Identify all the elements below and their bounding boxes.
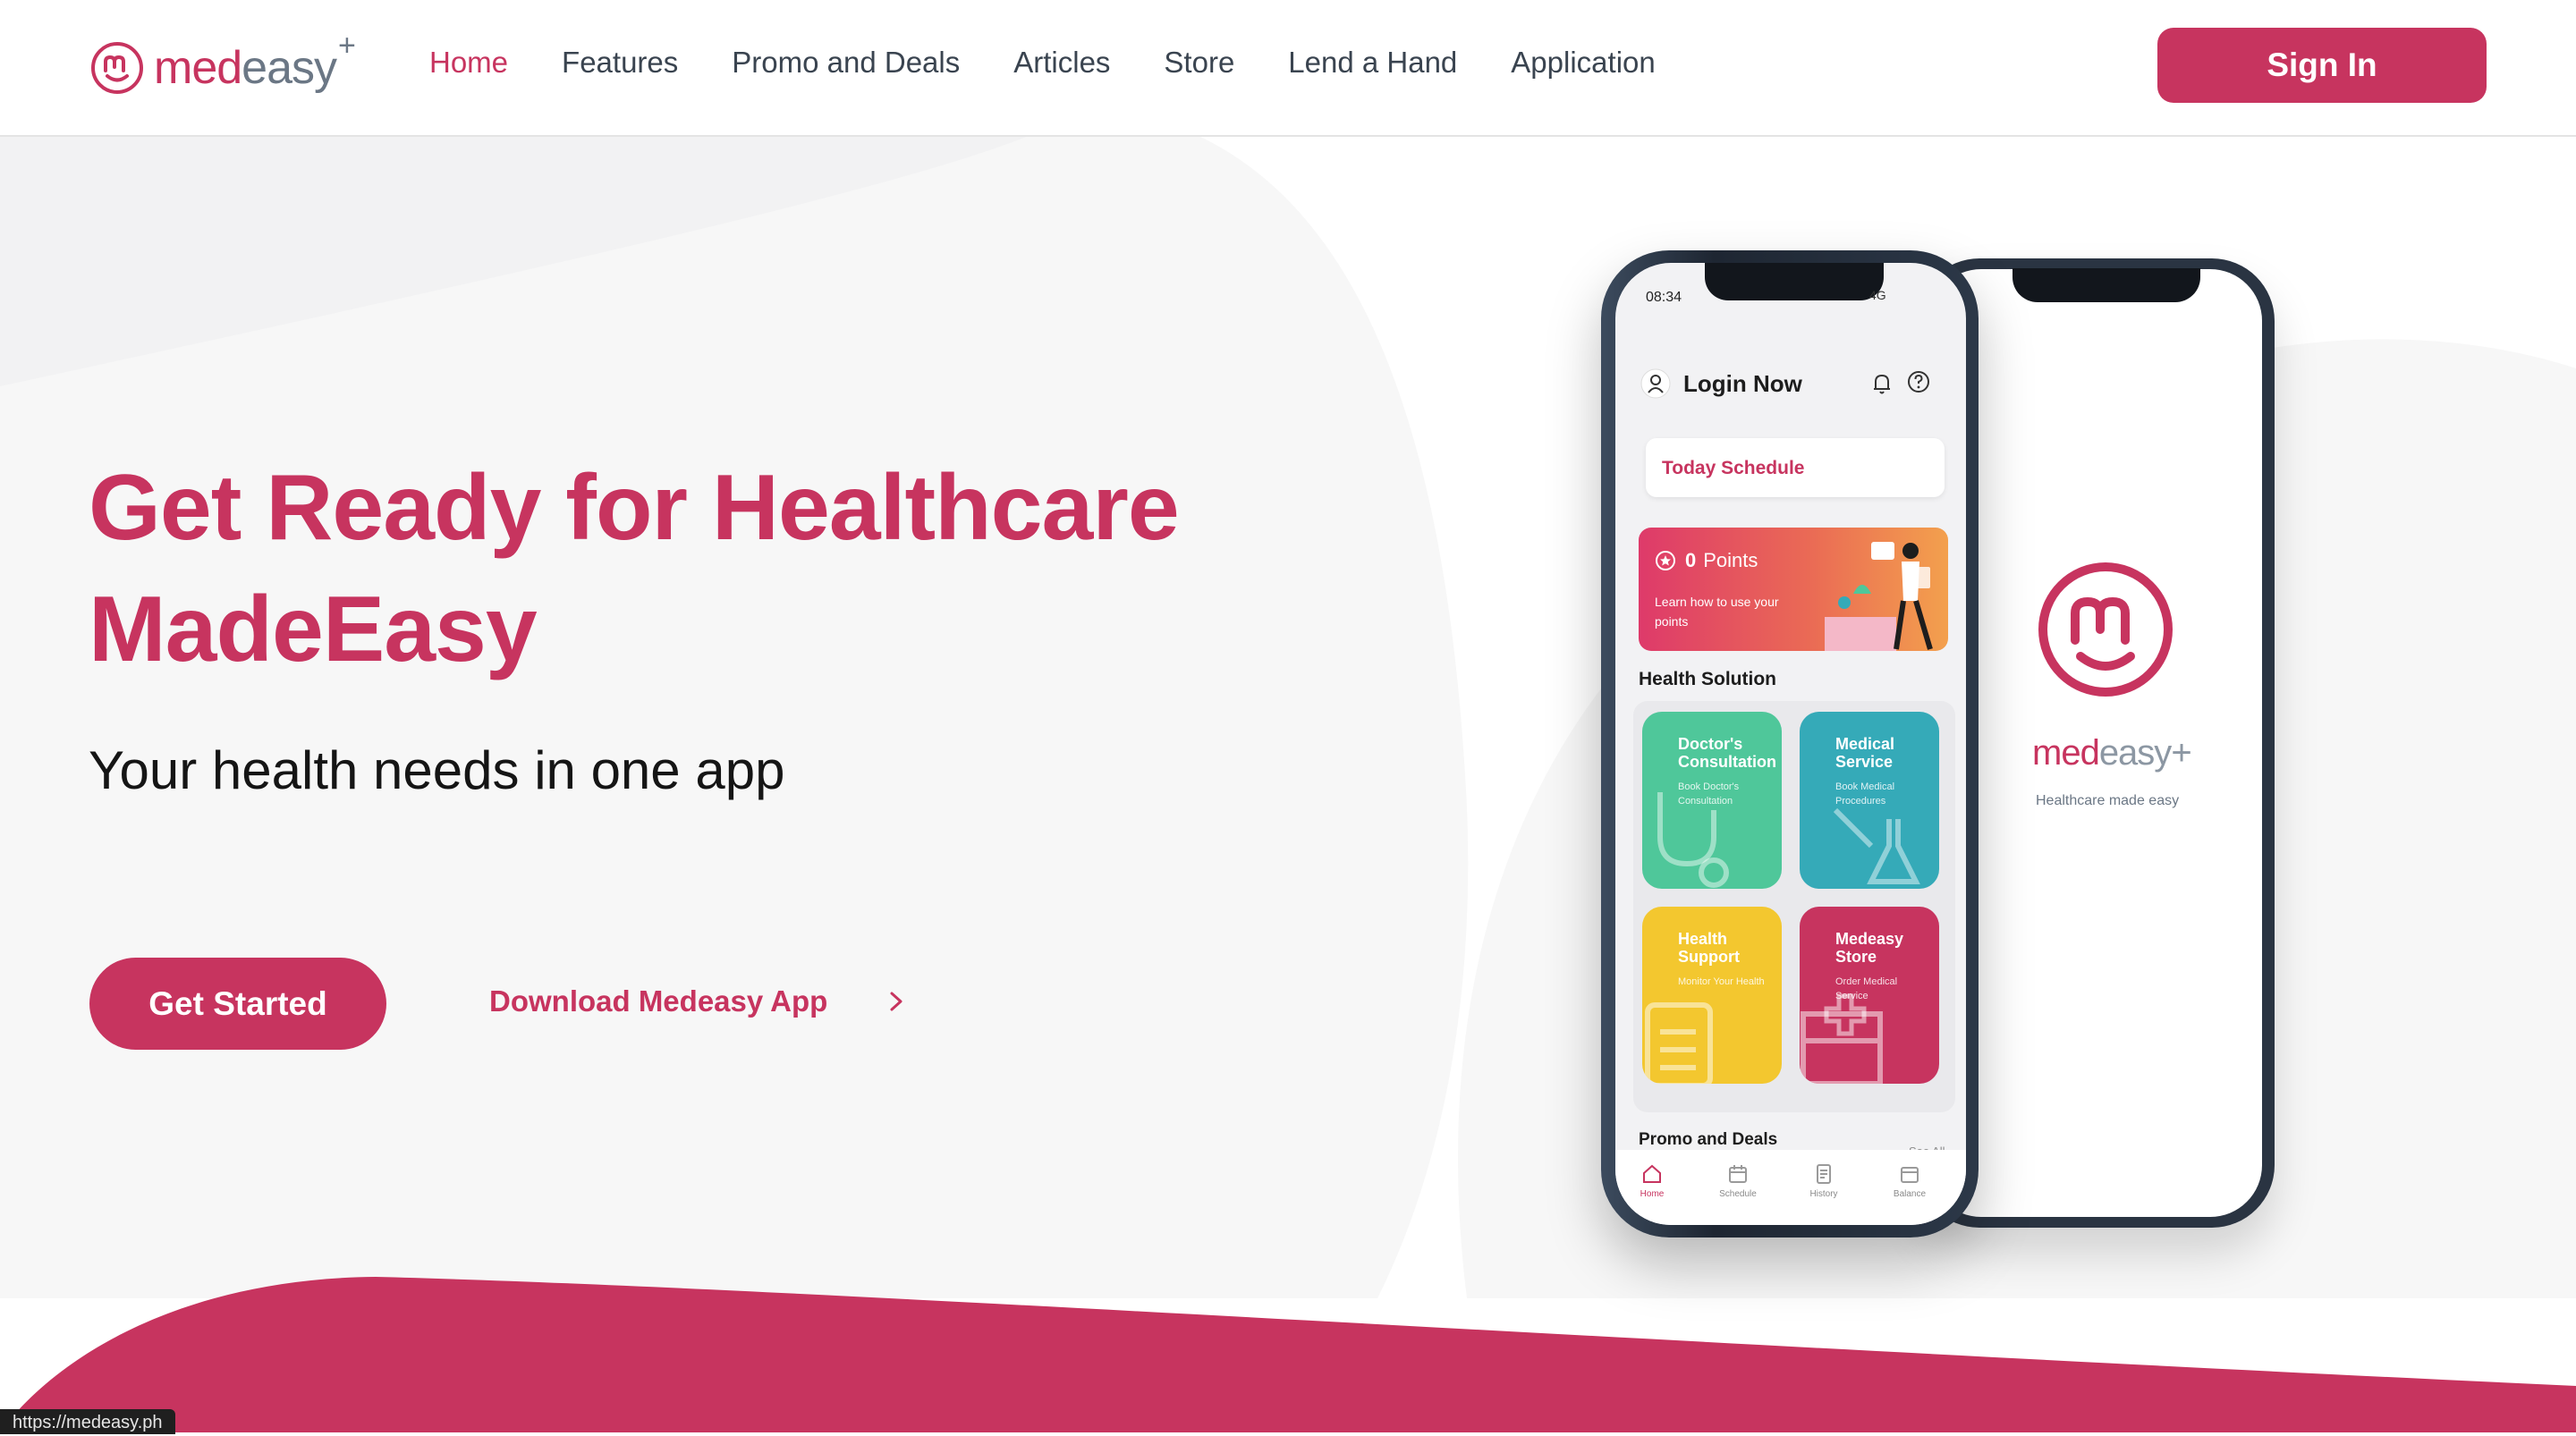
status-network: 4G — [1869, 288, 1886, 302]
logo-text-easy: easy — [242, 42, 337, 94]
nav-application[interactable]: Application — [1511, 41, 1655, 84]
login-row: Login Now — [1640, 368, 1802, 399]
tile-doctors-consultation[interactable]: Doctor's Consultation Book Doctor's Cons… — [1642, 712, 1782, 889]
logo-text-med: med — [154, 42, 242, 94]
nav-features[interactable]: Features — [562, 41, 678, 84]
site-header: medeasy + Home Features Promo and Deals … — [0, 0, 2576, 137]
tile-health-support[interactable]: Health Support Monitor Your Health — [1642, 907, 1782, 1084]
bell-icon — [1874, 374, 1890, 394]
points-card: 0 Points Learn how to use your points — [1639, 528, 1948, 651]
app-preview-phones: medeasy+ Healthcare made easy 08:34 4G L… — [1592, 250, 2308, 1252]
points-illustration — [1825, 542, 1933, 651]
tab-balance[interactable]: Balance — [1878, 1162, 1941, 1199]
tab-schedule[interactable]: Schedule — [1707, 1162, 1769, 1199]
points-label: Points — [1703, 549, 1758, 571]
stethoscope-icon — [1657, 792, 1729, 888]
nav-articles[interactable]: Articles — [1013, 41, 1110, 84]
main-nav: Home Features Promo and Deals Articles S… — [429, 41, 1656, 84]
logo-plus: + — [338, 29, 356, 63]
points-hint: Learn how to use your points — [1655, 595, 1779, 629]
tab-label: Balance — [1893, 1189, 1927, 1199]
logo-wordmark: medeasy — [154, 42, 337, 94]
help-icon — [1908, 371, 1929, 393]
download-app-label: Download Medeasy App — [489, 984, 828, 1018]
tile-title: Doctor's Consultation — [1678, 735, 1776, 771]
tile-medeasy-store[interactable]: Medeasy Store Order Medical Service — [1800, 907, 1939, 1084]
status-time: 08:34 — [1646, 290, 1682, 305]
nav-home[interactable]: Home — [429, 41, 508, 84]
store-icon — [1801, 993, 1883, 1084]
health-solution-title: Health Solution — [1639, 669, 1776, 689]
points-value: 0 — [1685, 549, 1697, 571]
tab-label: History — [1809, 1189, 1838, 1199]
hero-tagline: Your health needs in one app — [89, 740, 785, 800]
calendar-icon — [1729, 1165, 1747, 1183]
flask-icon — [1833, 807, 1920, 884]
splash-text-med: med — [2032, 733, 2100, 773]
splash-text-easy: easy — [2098, 733, 2172, 773]
document-icon — [1817, 1164, 1831, 1184]
tile-title: Medical Service — [1835, 735, 1895, 771]
hero-headline-line1: Get Ready for Healthcare — [89, 456, 1180, 560]
tile-title: Medeasy Store — [1835, 930, 1904, 966]
splash-text-plus: + — [2171, 733, 2191, 773]
get-started-button[interactable]: Get Started — [89, 958, 386, 1050]
splash-tagline: Healthcare made easy — [2036, 793, 2180, 808]
today-schedule-label: Today Schedule — [1662, 458, 1805, 478]
nav-promo-and-deals[interactable]: Promo and Deals — [732, 41, 960, 84]
tile-medical-service[interactable]: Medical Service Book Medical Procedures — [1800, 712, 1939, 889]
star-badge-icon — [1656, 551, 1675, 570]
front-phone-notch — [1705, 263, 1884, 300]
promo-and-deals-title: Promo and Deals — [1639, 1130, 1778, 1149]
nav-lend-a-hand[interactable]: Lend a Hand — [1288, 41, 1457, 84]
points-row: 0 Points — [1655, 549, 1758, 572]
nav-store[interactable]: Store — [1164, 41, 1234, 84]
sign-in-button[interactable]: Sign In — [2157, 28, 2487, 103]
user-icon — [1640, 368, 1671, 399]
front-phone-screen: 08:34 4G Login Now Today Schedule 0 Poin… — [1615, 263, 1966, 1225]
chevron-right-icon — [890, 992, 902, 1011]
download-app-link[interactable]: Download Medeasy App — [489, 982, 906, 1021]
wallet-icon — [1901, 1167, 1919, 1183]
hero-headline: Get Ready for Healthcare MadeEasy — [89, 447, 1180, 690]
hero-headline-line2: MadeEasy — [89, 578, 538, 681]
app-tab-bar: Home Schedule History Balance — [1615, 1150, 1966, 1225]
tab-history[interactable]: History — [1792, 1162, 1855, 1199]
back-phone-notch — [2012, 268, 2200, 302]
tab-home[interactable]: Home — [1621, 1162, 1683, 1199]
medeasy-logo[interactable]: medeasy + — [89, 29, 356, 104]
bottom-wave — [0, 1277, 2576, 1432]
status-bar-url: https://medeasy.ph — [0, 1409, 175, 1434]
tab-label: Schedule — [1719, 1189, 1757, 1199]
tile-title: Health Support — [1678, 930, 1740, 966]
tab-label: Home — [1640, 1189, 1665, 1199]
medeasy-logo-icon — [91, 42, 143, 94]
splash-wordmark: medeasy+ — [2032, 733, 2192, 773]
calculator-icon — [1645, 1002, 1713, 1084]
login-now-label: Login Now — [1683, 369, 1802, 397]
home-icon — [1643, 1164, 1661, 1183]
medeasy-splash-logo-icon — [2038, 562, 2173, 697]
today-schedule-card: Today Schedule — [1646, 438, 1945, 497]
